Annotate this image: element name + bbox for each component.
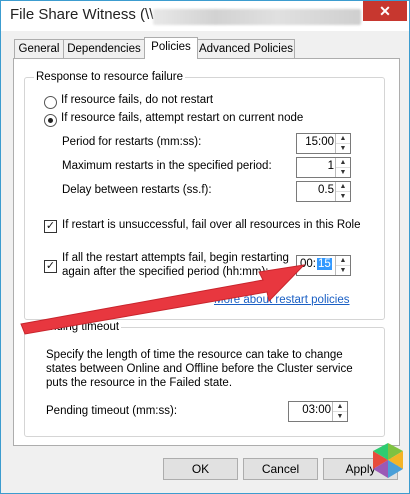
- dialog-window: File Share Witness (\\ ✕ General Depende…: [0, 0, 410, 494]
- tab-policies[interactable]: Policies: [144, 37, 198, 59]
- red-arrow-icon: [20, 264, 306, 335]
- hexagon-logo-icon: [373, 443, 403, 478]
